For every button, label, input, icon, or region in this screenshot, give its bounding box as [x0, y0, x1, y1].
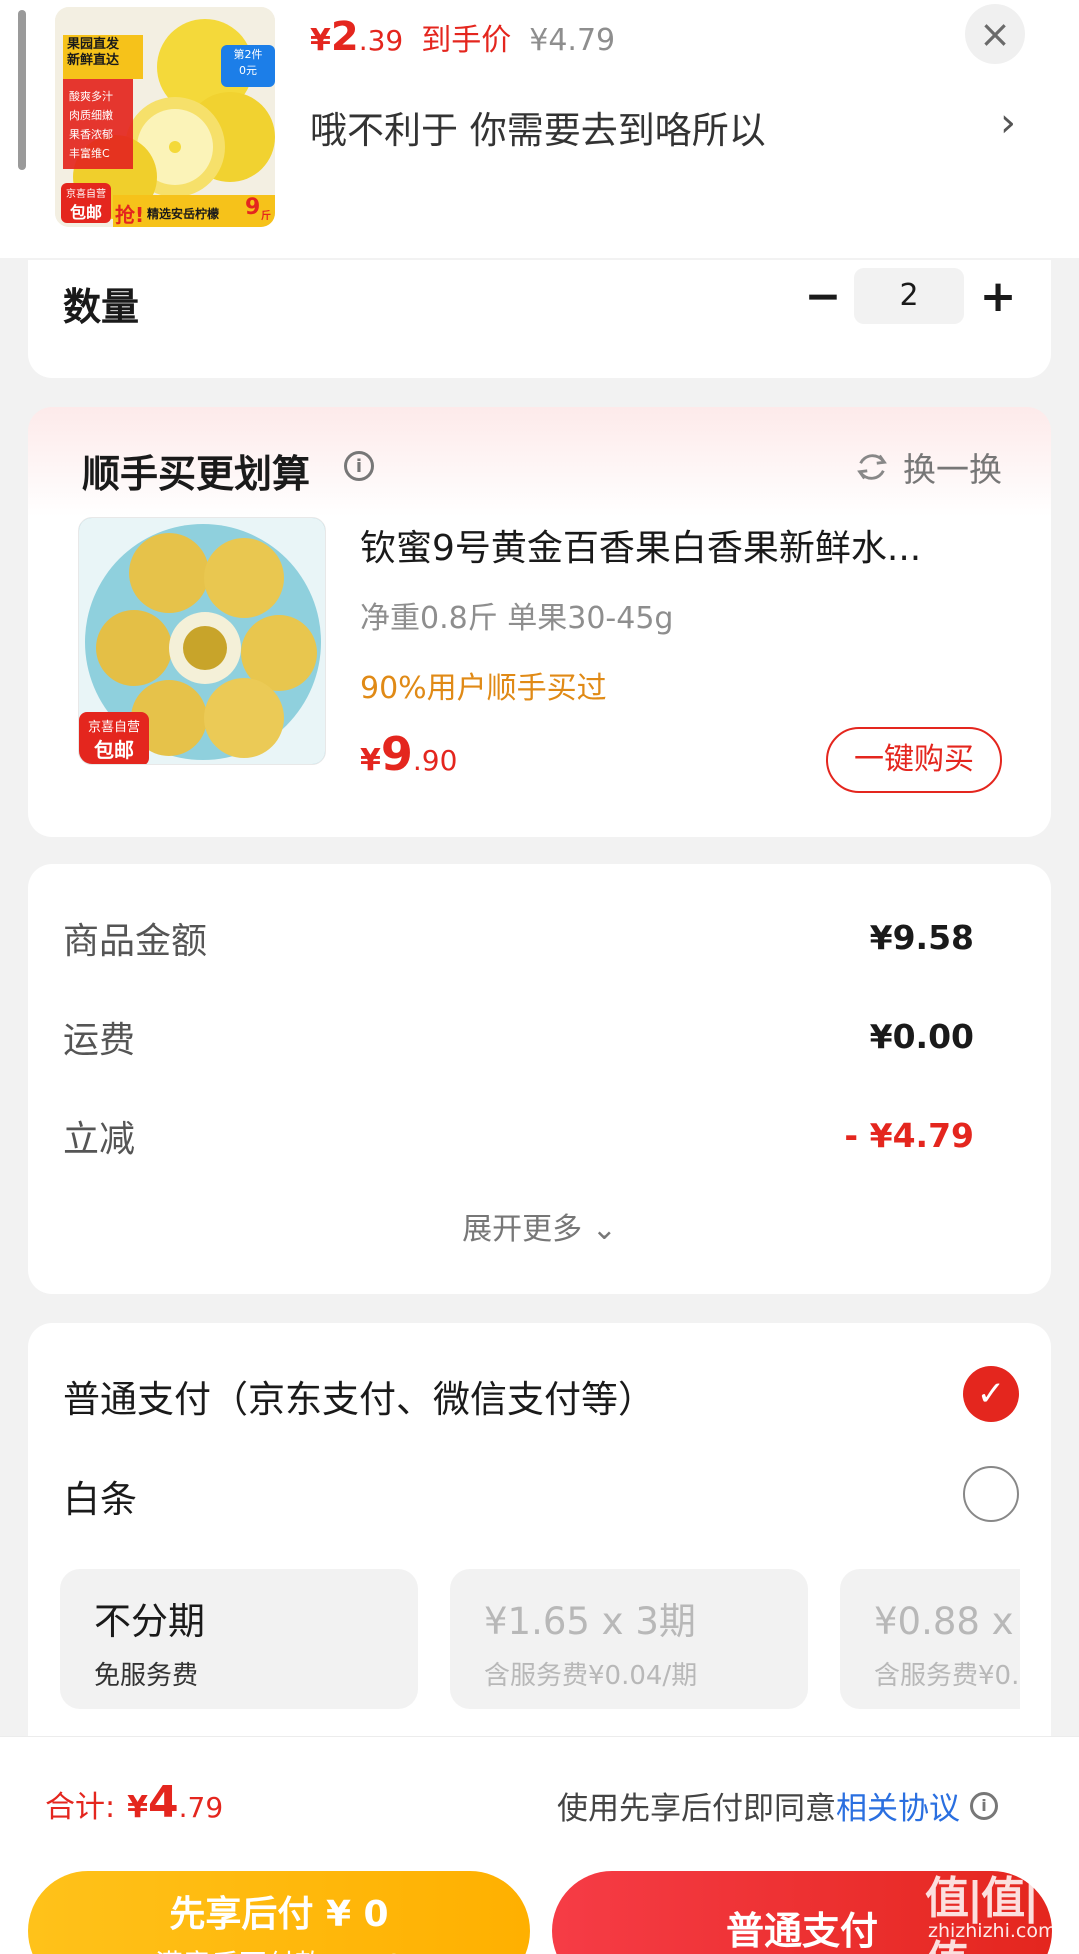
plan-option[interactable]: 不分期 免服务费	[60, 1569, 418, 1709]
total-amount: 合计: ¥4.79	[45, 1777, 224, 1828]
recommend-product-spec: 净重0.8斤 单果30-45g	[360, 601, 674, 636]
normal-pay-label[interactable]: 普通支付（京东支付、微信支付等）	[63, 1369, 655, 1423]
discount-value: - ¥4.79	[844, 1116, 974, 1155]
agreement-link[interactable]: 相关协议	[836, 1783, 960, 1828]
chevron-down-icon: ⌄	[591, 1212, 617, 1247]
radio-unchecked-icon[interactable]	[963, 1466, 1019, 1522]
pay-later-sub: 满意后再付款¥4.79	[28, 1943, 530, 1954]
recommend-product-image[interactable]: 京喜自营 包邮	[78, 517, 326, 765]
watermark-url: zhizhizhi.com	[928, 1920, 1057, 1942]
checkout-bar: 合计: ¥4.79 使用先享后付即同意 相关协议 i 先享后付 ¥ 0 满意后再…	[0, 1736, 1079, 1954]
plan-main: 不分期	[94, 1600, 205, 1643]
checkmark-icon[interactable]: ✓	[963, 1366, 1019, 1422]
chevron-right-icon[interactable]: ›	[1000, 100, 1016, 146]
amount-card: 商品金额 ¥9.58 运费 ¥0.00 立减 - ¥4.79 展开更多 ⌄	[28, 864, 1051, 1294]
goods-amount-value: ¥9.58	[869, 918, 974, 957]
payment-card: 普通支付（京东支付、微信支付等） ✓ 白条 不分期 免服务费 ¥1.65 x 3…	[28, 1323, 1051, 1743]
recommend-title: 顺手买更划算	[82, 452, 311, 496]
swap-button[interactable]: 换一换	[853, 443, 1002, 491]
plan-sub: 含服务费¥0.04/期	[874, 1661, 1020, 1691]
thumb-title: 果园直发 新鲜直达	[67, 37, 120, 68]
close-button[interactable]: ×	[965, 4, 1025, 64]
product-thumbnail[interactable]: 果园直发 新鲜直达 第2件 0元 酸爽多汁 肉质细嫩 果香浓郁 丰富维C 京喜自…	[55, 7, 275, 227]
recommend-product-name[interactable]: 钦蜜9号黄金百香果白香果新鲜水...	[360, 519, 1000, 571]
installment-plans: 不分期 免服务费 ¥1.65 x 3期 含服务费¥0.04/期 ¥0.88 x …	[60, 1569, 1020, 1709]
plan-main: ¥1.65 x 3期	[484, 1600, 696, 1643]
shipping-value: ¥0.00	[869, 1017, 974, 1056]
thumb-feature: 酸爽多汁	[69, 90, 113, 103]
discount-label: 立减	[63, 1119, 136, 1160]
plan-option[interactable]: ¥0.88 x 6期 含服务费¥0.04/期	[840, 1569, 1020, 1709]
thumb-caption: 精选安岳柠檬	[147, 207, 220, 221]
recommend-bought-rate: 90%用户顺手买过	[360, 671, 607, 706]
thumb-jd-label: 京喜自营	[66, 189, 106, 200]
img-ship-label: 包邮	[94, 738, 134, 762]
goods-amount-label: 商品金额	[63, 921, 208, 962]
pay-later-button[interactable]: 先享后付 ¥ 0 满意后再付款¥4.79	[28, 1871, 530, 1954]
original-price: ¥4.79	[529, 23, 616, 58]
plan-sub: 免服务费	[94, 1661, 199, 1691]
thumb-ship-label: 包邮	[69, 203, 102, 222]
expand-label: 展开更多	[462, 1212, 583, 1247]
price-tag: 到手价	[421, 23, 512, 58]
quantity-decrease-button[interactable]: −	[798, 272, 848, 322]
img-jd-label: 京喜自营	[87, 720, 140, 735]
agreement-prefix: 使用先享后付即同意	[557, 1791, 836, 1827]
thumb-feature: 肉质细嫩	[69, 109, 113, 122]
quantity-card: 数量 − 2 +	[28, 260, 1051, 378]
info-icon[interactable]: i	[970, 1791, 998, 1820]
price-current: ¥2.39	[310, 14, 404, 60]
swap-label: 换一换	[903, 450, 1002, 489]
product-header: 果园直发 新鲜直达 第2件 0元 酸爽多汁 肉质细嫩 果香浓郁 丰富维C 京喜自…	[0, 0, 1079, 258]
expand-more-button[interactable]: 展开更多 ⌄	[28, 1204, 1051, 1248]
baitiao-label[interactable]: 白条	[63, 1469, 137, 1523]
refresh-icon	[857, 454, 887, 480]
price-row: ¥2.39 到手价 ¥4.79	[310, 14, 615, 74]
plan-sub: 含服务费¥0.04/期	[484, 1661, 698, 1691]
thumb-features: 酸爽多汁 肉质细嫩 果香浓郁 丰富维C	[69, 87, 113, 163]
total-label: 合计:	[45, 1790, 116, 1825]
close-icon: ×	[979, 12, 1011, 56]
thumb-weight-unit: 斤	[261, 211, 271, 222]
thumb-feature: 果香浓郁	[69, 128, 113, 141]
quantity-input[interactable]: 2	[854, 268, 964, 324]
quantity-label: 数量	[63, 285, 140, 329]
delivery-address[interactable]: 哦不利于 你需要去到咯所以	[310, 100, 766, 154]
info-icon[interactable]: i	[344, 451, 374, 481]
one-click-buy-button[interactable]: 一键购买	[826, 727, 1002, 793]
pay-later-title: 先享后付 ¥ 0	[169, 1894, 389, 1935]
shipping-label: 运费	[63, 1020, 136, 1061]
thumb-weight: 9	[245, 195, 261, 220]
plan-main: ¥0.88 x 6期	[874, 1600, 1020, 1643]
thumb-feature: 丰富维C	[69, 147, 110, 160]
agreement-text: 使用先享后付即同意 相关协议 i	[557, 1783, 998, 1828]
scrollbar-thumb[interactable]	[18, 10, 26, 170]
recommend-card: 顺手买更划算 i 换一换 京喜自营 包邮 钦蜜9号黄金百香果白香果新鲜水... …	[28, 407, 1051, 837]
thumb-grab-label: 抢!	[115, 203, 145, 227]
recommend-price: ¥9.90	[360, 727, 458, 781]
quantity-increase-button[interactable]: +	[973, 272, 1023, 322]
plan-option[interactable]: ¥1.65 x 3期 含服务费¥0.04/期	[450, 1569, 808, 1709]
thumb-badge: 第2件 0元	[233, 48, 263, 77]
